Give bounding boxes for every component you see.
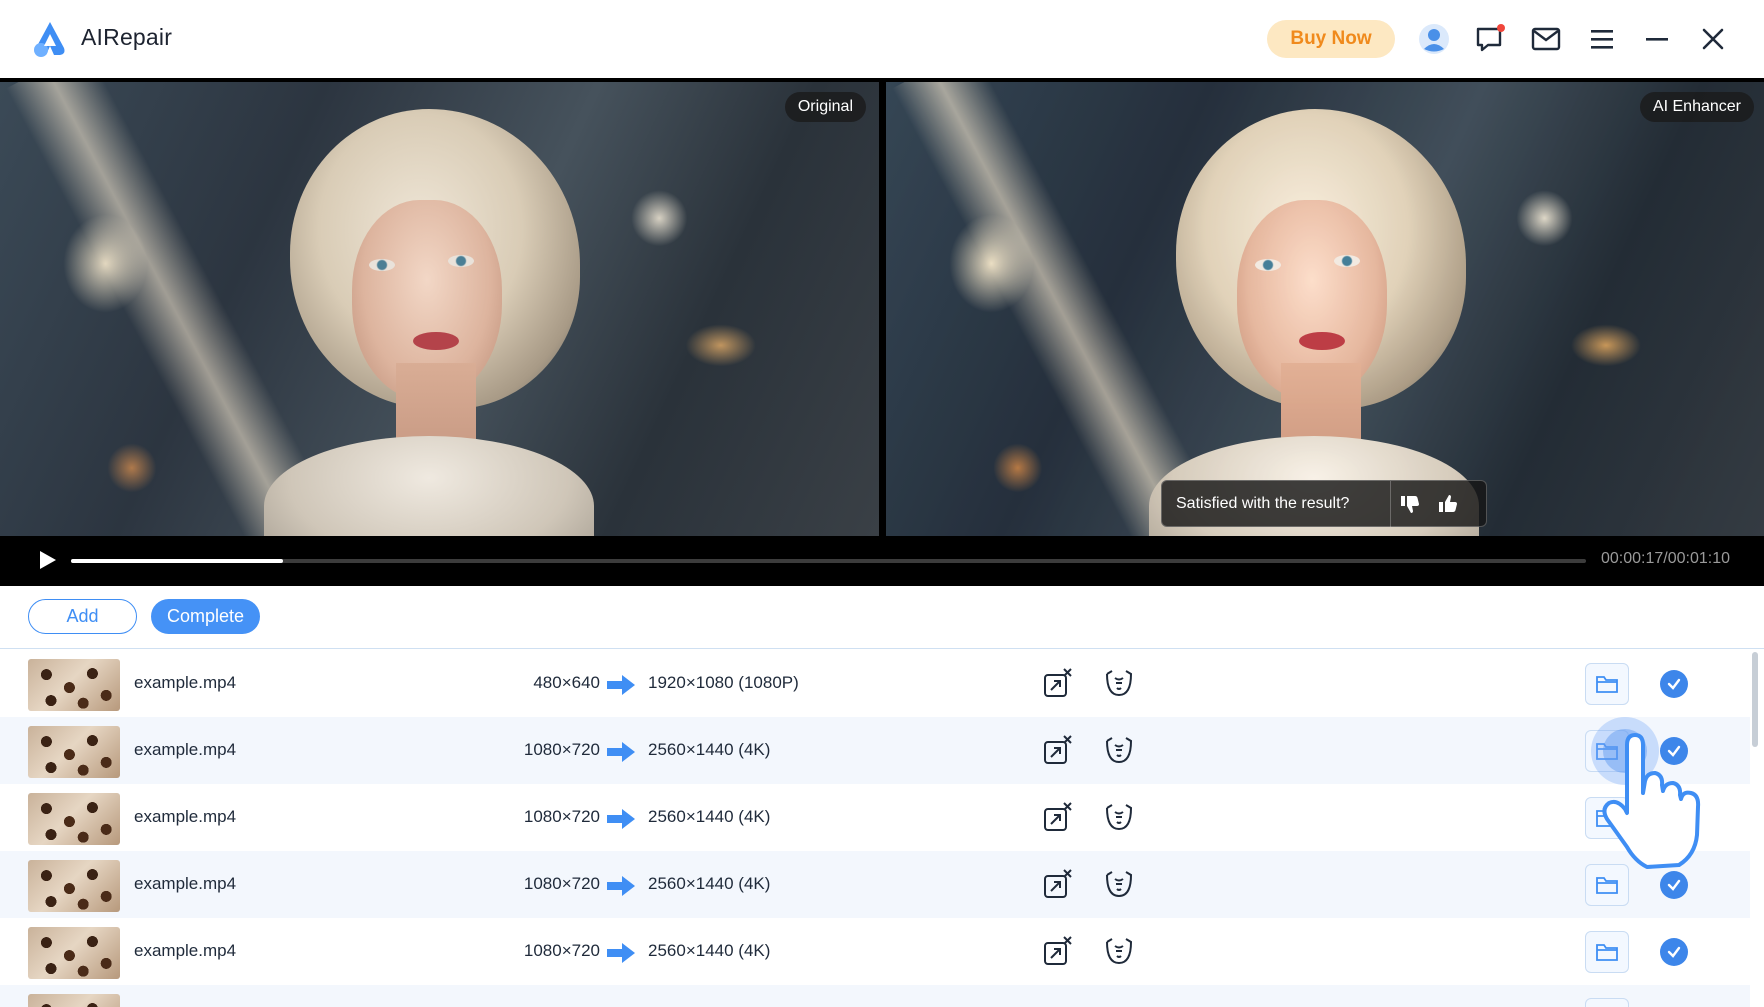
check-icon	[1660, 804, 1688, 832]
file-thumbnail	[28, 927, 120, 979]
enlarge-settings-icon[interactable]	[1041, 666, 1075, 700]
source-resolution: 1080×720	[523, 740, 600, 759]
enlarge-settings-icon[interactable]	[1041, 867, 1075, 901]
folder-icon	[1596, 743, 1618, 760]
file-list: example.mp4 480×640 1920×1080 (1080P) ex…	[0, 650, 1764, 1007]
ai-enhancer-tag: AI Enhancer	[1639, 92, 1754, 122]
file-row[interactable]: example.mp4 1080×720 2560×1440 (4K)	[0, 851, 1750, 918]
arrow-right-icon	[607, 809, 635, 829]
face-enhance-icon[interactable]	[1102, 666, 1136, 700]
timecode: 00:00:17/00:01:10	[1601, 550, 1731, 567]
arrow-right-icon	[607, 943, 635, 963]
open-folder-button[interactable]	[1585, 864, 1629, 906]
app-title: AIRepair	[81, 24, 173, 50]
file-row[interactable]: example.mp4 480×640 1920×1080 (1080P)	[0, 650, 1750, 717]
folder-icon	[1596, 944, 1618, 961]
source-resolution: 480×640	[533, 673, 600, 692]
original-tag: Original	[784, 92, 866, 122]
mail-icon[interactable]	[1527, 20, 1565, 58]
thumbs-down-icon[interactable]	[1391, 485, 1429, 523]
enlarge-settings-icon[interactable]	[1041, 934, 1075, 968]
video-preview: Original AI Enhancer Satisfied with the …	[0, 78, 1764, 586]
check-icon	[1660, 670, 1688, 698]
open-folder-button[interactable]	[1585, 663, 1629, 705]
open-folder-button[interactable]	[1585, 730, 1629, 772]
title-bar: AIRepair Buy Now	[0, 0, 1764, 78]
arrow-right-icon	[607, 876, 635, 896]
complete-button[interactable]: Complete	[151, 599, 260, 634]
file-name: example.mp4	[134, 740, 237, 759]
playback-controls: 00:00:17/00:01:10	[0, 536, 1764, 586]
file-name: example.mp4	[134, 941, 237, 960]
target-resolution: 2560×1440 (4K)	[648, 874, 771, 893]
face-enhance-icon[interactable]	[1102, 867, 1136, 901]
progress-fill	[71, 559, 284, 563]
open-folder-button[interactable]	[1585, 797, 1629, 839]
target-resolution: 2560×1440 (4K)	[648, 740, 771, 759]
open-folder-button[interactable]	[1585, 931, 1629, 973]
face-enhance-icon[interactable]	[1102, 800, 1136, 834]
file-thumbnail	[28, 994, 120, 1007]
face-enhance-icon[interactable]	[1102, 934, 1136, 968]
face-enhance-icon[interactable]	[1102, 733, 1136, 767]
enlarge-settings-icon[interactable]	[1041, 733, 1075, 767]
menu-icon[interactable]	[1583, 20, 1621, 58]
check-icon	[1660, 737, 1688, 765]
file-row[interactable]	[0, 985, 1750, 1007]
target-resolution: 1920×1080 (1080P)	[648, 673, 799, 692]
open-folder-button[interactable]	[1585, 998, 1629, 1007]
file-row[interactable]: example.mp4 1080×720 2560×1440 (4K)	[0, 784, 1750, 851]
folder-icon	[1596, 810, 1618, 827]
file-thumbnail	[28, 793, 120, 845]
source-resolution: 1080×720	[523, 874, 600, 893]
close-icon[interactable]	[1694, 20, 1732, 58]
progress-bar[interactable]	[71, 559, 1586, 563]
account-icon[interactable]	[1415, 20, 1453, 58]
target-resolution: 2560×1440 (4K)	[648, 941, 771, 960]
feedback-prompt: Satisfied with the result?	[1161, 480, 1487, 527]
enhanced-video-frame	[886, 82, 1764, 536]
list-scrollbar[interactable]	[1752, 652, 1758, 747]
airepair-logo-icon	[34, 22, 65, 57]
enhanced-pane: AI Enhancer	[886, 82, 1764, 536]
minimize-icon[interactable]	[1638, 20, 1676, 58]
file-row[interactable]: example.mp4 1080×720 2560×1440 (4K)	[0, 918, 1750, 985]
arrow-right-icon	[607, 675, 635, 695]
file-thumbnail	[28, 659, 120, 711]
source-resolution: 1080×720	[523, 941, 600, 960]
feedback-question: Satisfied with the result?	[1176, 494, 1350, 512]
file-thumbnail	[28, 726, 120, 778]
original-video-frame	[0, 82, 879, 536]
file-row[interactable]: example.mp4 1080×720 2560×1440 (4K)	[0, 717, 1750, 784]
folder-icon	[1596, 676, 1618, 693]
check-icon	[1660, 938, 1688, 966]
original-pane: Original	[0, 82, 879, 536]
play-icon[interactable]	[36, 549, 58, 571]
target-resolution: 2560×1440 (4K)	[648, 807, 771, 826]
folder-icon	[1596, 877, 1618, 894]
arrow-right-icon	[607, 742, 635, 762]
add-button[interactable]: Add	[28, 599, 137, 634]
file-name: example.mp4	[134, 673, 237, 692]
feedback-icon[interactable]	[1471, 20, 1509, 58]
buy-now-button[interactable]: Buy Now	[1267, 20, 1395, 58]
file-name: example.mp4	[134, 807, 237, 826]
list-toolbar: Add Complete	[0, 586, 1764, 649]
thumbs-up-icon[interactable]	[1429, 485, 1467, 523]
enlarge-settings-icon[interactable]	[1041, 800, 1075, 834]
file-thumbnail	[28, 860, 120, 912]
check-icon	[1660, 871, 1688, 899]
file-name: example.mp4	[134, 874, 237, 893]
source-resolution: 1080×720	[523, 807, 600, 826]
